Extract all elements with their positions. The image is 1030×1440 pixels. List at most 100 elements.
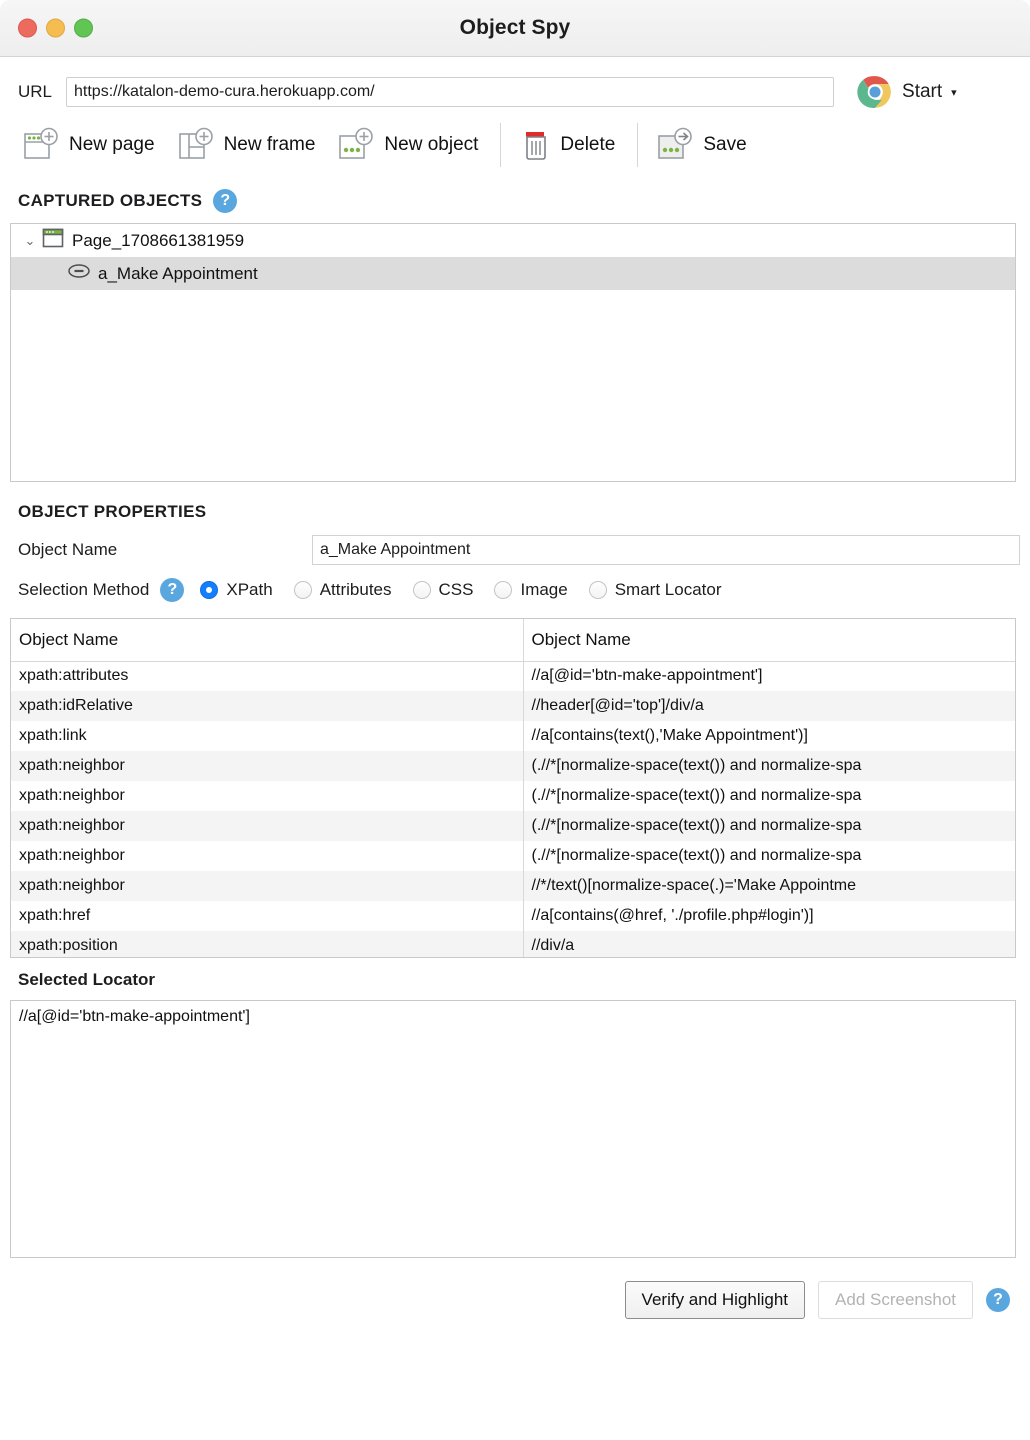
save-button[interactable]: Save (656, 125, 746, 165)
row-value: //header[@id='top']/div/a (523, 691, 1015, 721)
table-row[interactable]: xpath:neighbor (.//*[normalize-space(tex… (11, 811, 1015, 841)
radio-xpath-label: XPath (226, 580, 272, 600)
traffic-lights (18, 19, 93, 38)
save-label: Save (703, 134, 746, 156)
toolbar-divider-1 (500, 123, 501, 167)
radio-image-indicator[interactable] (494, 581, 512, 599)
row-value: (.//*[normalize-space(text()) and normal… (523, 811, 1015, 841)
new-frame-button[interactable]: New frame (177, 125, 316, 165)
table-row[interactable]: xpath:neighbor (.//*[normalize-space(tex… (11, 781, 1015, 811)
tree-node-object-label: a_Make Appointment (98, 264, 258, 284)
object-name-row: Object Name (0, 535, 1030, 565)
footer-help-icon[interactable]: ? (986, 1288, 1010, 1312)
table-row[interactable]: xpath:attributes //a[@id='btn-make-appoi… (11, 661, 1015, 691)
verify-and-highlight-button[interactable]: Verify and Highlight (625, 1281, 805, 1319)
radio-css-indicator[interactable] (413, 581, 431, 599)
row-key: xpath:neighbor (11, 811, 523, 841)
object-name-input[interactable] (312, 535, 1020, 565)
row-value: //div/a (523, 931, 1015, 958)
maximize-button[interactable] (74, 19, 93, 38)
new-page-button[interactable]: New page (22, 125, 155, 165)
selection-method-row: Selection Method ? XPath Attributes CSS … (0, 578, 1030, 602)
radio-smart-locator-label: Smart Locator (615, 580, 722, 600)
new-page-icon (22, 125, 62, 165)
title-bar: Object Spy (0, 0, 1030, 57)
locator-table-body: xpath:attributes //a[@id='btn-make-appoi… (11, 661, 1015, 958)
row-key: xpath:neighbor (11, 871, 523, 901)
locator-table[interactable]: Object Name Object Name xpath:attributes… (10, 618, 1016, 958)
radio-attributes-label: Attributes (320, 580, 392, 600)
row-value: //a[@id='btn-make-appointment'] (523, 661, 1015, 691)
tree-node-object[interactable]: a_Make Appointment (11, 257, 1015, 290)
table-row[interactable]: xpath:neighbor (.//*[normalize-space(tex… (11, 751, 1015, 781)
row-value: //*/text()[normalize-space(.)='Make Appo… (523, 871, 1015, 901)
footer-actions: Verify and Highlight Add Screenshot ? (0, 1278, 1030, 1322)
new-object-label: New object (384, 134, 478, 156)
table-row[interactable]: xpath:neighbor (.//*[normalize-space(tex… (11, 841, 1015, 871)
object-name-label: Object Name (18, 540, 312, 560)
row-key: xpath:neighbor (11, 781, 523, 811)
radio-attributes[interactable]: Attributes (294, 580, 392, 600)
tree-node-page-label: Page_1708661381959 (72, 231, 244, 251)
toolbar: New page New frame (0, 121, 1030, 169)
radio-css-label: CSS (439, 580, 474, 600)
link-icon (67, 263, 91, 284)
row-value: (.//*[normalize-space(text()) and normal… (523, 841, 1015, 871)
object-properties-title: OBJECT PROPERTIES (18, 502, 206, 522)
row-key: xpath:href (11, 901, 523, 931)
row-value: //a[contains(text(),'Make Appointment')] (523, 721, 1015, 751)
save-icon (656, 125, 696, 165)
radio-smart-locator[interactable]: Smart Locator (589, 580, 722, 600)
table-header-row: Object Name Object Name (11, 619, 1015, 661)
table-row[interactable]: xpath:href //a[contains(@href, './profil… (11, 901, 1015, 931)
add-screenshot-button: Add Screenshot (818, 1281, 973, 1319)
row-value: (.//*[normalize-space(text()) and normal… (523, 751, 1015, 781)
selected-locator-textarea[interactable]: //a[@id='btn-make-appointment'] (10, 1000, 1016, 1258)
row-key: xpath:link (11, 721, 523, 751)
row-value: //a[contains(@href, './profile.php#login… (523, 901, 1015, 931)
toolbar-divider-2 (637, 123, 638, 167)
column-header-name[interactable]: Object Name (11, 619, 523, 661)
radio-xpath[interactable]: XPath (200, 580, 272, 600)
row-key: xpath:idRelative (11, 691, 523, 721)
new-page-label: New page (69, 134, 155, 156)
column-header-value[interactable]: Object Name (523, 619, 1015, 661)
help-icon[interactable]: ? (213, 189, 237, 213)
table-row[interactable]: xpath:position //div/a (11, 931, 1015, 958)
row-key: xpath:neighbor (11, 841, 523, 871)
tree-node-page[interactable]: ⌄ Page_1708661381959 (11, 224, 1015, 257)
radio-image-label: Image (520, 580, 567, 600)
table-row[interactable]: xpath:link //a[contains(text(),'Make App… (11, 721, 1015, 751)
selection-method-label: Selection Method (18, 580, 149, 600)
url-input[interactable] (66, 77, 834, 107)
row-key: xpath:attributes (11, 661, 523, 691)
start-label: Start (902, 81, 942, 103)
trash-icon (519, 125, 553, 165)
page-icon (41, 227, 65, 254)
chevron-down-icon[interactable]: ⌄ (19, 233, 41, 249)
object-properties-header: OBJECT PROPERTIES (0, 502, 1030, 522)
object-spy-window: Object Spy URL Start ▾ (0, 0, 1030, 1440)
captured-objects-title: CAPTURED OBJECTS (18, 191, 202, 211)
start-browser-button[interactable]: Start ▾ (856, 73, 957, 111)
table-row[interactable]: xpath:neighbor //*/text()[normalize-spac… (11, 871, 1015, 901)
radio-smart-locator-indicator[interactable] (589, 581, 607, 599)
chrome-icon (856, 73, 894, 111)
captured-objects-tree[interactable]: ⌄ Page_1708661381959 a_Make Ap (10, 223, 1016, 482)
radio-css[interactable]: CSS (413, 580, 474, 600)
table-row[interactable]: xpath:idRelative //header[@id='top']/div… (11, 691, 1015, 721)
url-label: URL (18, 82, 52, 102)
row-value: (.//*[normalize-space(text()) and normal… (523, 781, 1015, 811)
captured-objects-header: CAPTURED OBJECTS ? (0, 189, 1030, 213)
radio-attributes-indicator[interactable] (294, 581, 312, 599)
minimize-button[interactable] (46, 19, 65, 38)
selection-method-options: XPath Attributes CSS Image Smart Locator (200, 580, 721, 600)
new-object-icon (337, 125, 377, 165)
new-frame-icon (177, 125, 217, 165)
new-object-button[interactable]: New object (337, 125, 478, 165)
radio-image[interactable]: Image (494, 580, 567, 600)
radio-xpath-indicator[interactable] (200, 581, 218, 599)
selection-method-help-icon[interactable]: ? (160, 578, 184, 602)
delete-button[interactable]: Delete (519, 125, 615, 165)
close-button[interactable] (18, 19, 37, 38)
